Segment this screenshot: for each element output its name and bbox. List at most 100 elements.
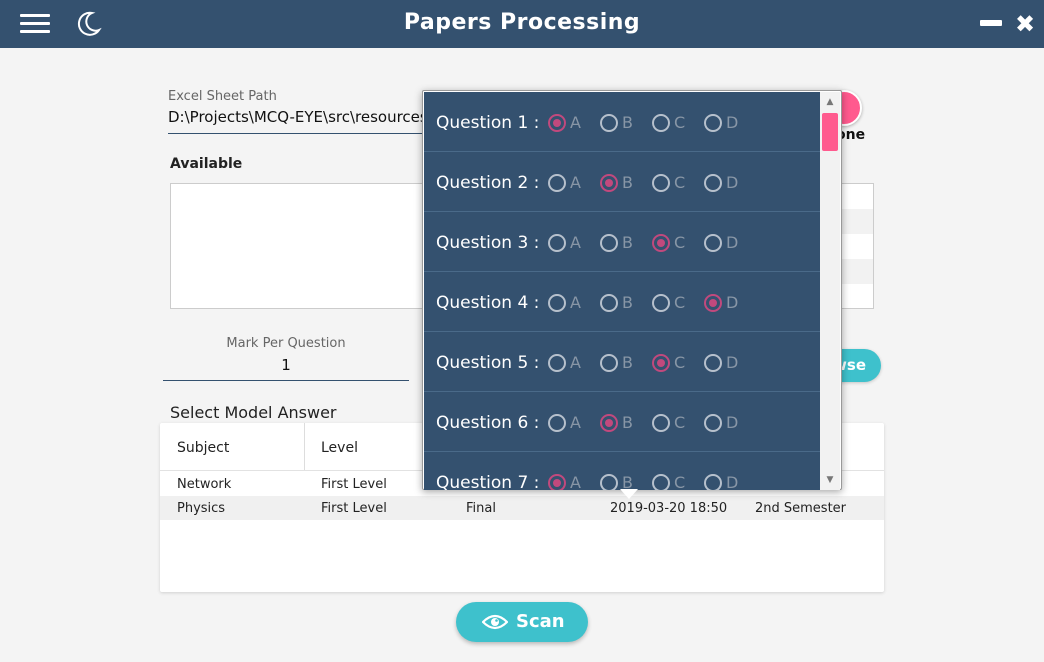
option-label: B xyxy=(622,353,633,372)
cell-semester: 2nd Semester xyxy=(755,501,847,516)
close-icon[interactable]: ✖ xyxy=(1014,12,1036,36)
question-label: Question 7 : xyxy=(436,473,540,490)
cell-subject: Physics xyxy=(177,501,226,516)
cell-level: First Level xyxy=(321,501,387,516)
option-label: B xyxy=(622,233,633,252)
popup-pointer xyxy=(620,489,638,499)
scroll-down-icon[interactable]: ▼ xyxy=(820,473,840,487)
question-row: Question 1 : A B C D xyxy=(424,92,820,152)
option-label: D xyxy=(726,353,739,372)
question-row: Question 5 : A B C D xyxy=(424,332,820,392)
cell-subject: Network xyxy=(177,477,232,492)
option-label: D xyxy=(726,113,739,132)
select-model-answer-label: Select Model Answer xyxy=(170,403,337,422)
option-label: C xyxy=(674,233,686,252)
radio-icon[interactable] xyxy=(704,414,722,432)
table-row[interactable]: Physics First Level Final 2019-03-20 18:… xyxy=(160,496,884,520)
radio-icon[interactable] xyxy=(600,354,618,372)
radio-icon[interactable] xyxy=(704,174,722,192)
radio-icon[interactable] xyxy=(548,414,566,432)
option-label: A xyxy=(570,293,581,312)
option-label: D xyxy=(726,233,739,252)
question-list[interactable]: Question 1 : A B C D Question 2 : A B C D Question… xyxy=(424,92,820,490)
option-label: D xyxy=(726,293,739,312)
model-answer-popup: Question 1 : A B C D Question 2 : A B C D Question… xyxy=(422,90,842,490)
option-label: B xyxy=(622,173,633,192)
radio-icon[interactable] xyxy=(652,414,670,432)
radio-icon[interactable] xyxy=(704,354,722,372)
mark-per-question-label: Mark Per Question xyxy=(226,336,346,351)
radio-icon[interactable] xyxy=(548,474,566,490)
option-label: C xyxy=(674,353,686,372)
question-row: Question 4 : A B C D xyxy=(424,272,820,332)
radio-icon[interactable] xyxy=(548,174,566,192)
title-bar: Papers Processing ✖ xyxy=(0,0,1044,48)
radio-icon[interactable] xyxy=(652,354,670,372)
question-label: Question 4 : xyxy=(436,293,540,313)
option-label: B xyxy=(622,473,633,491)
option-label: A xyxy=(570,233,581,252)
radio-icon[interactable] xyxy=(652,234,670,252)
excel-path-label: Excel Sheet Path xyxy=(168,89,277,104)
available-list[interactable] xyxy=(170,183,424,309)
radio-icon[interactable] xyxy=(600,294,618,312)
option-label: B xyxy=(622,413,633,432)
question-row: Question 3 : A B C D xyxy=(424,212,820,272)
option-label: D xyxy=(726,173,739,192)
mark-underline xyxy=(163,380,409,381)
option-label: A xyxy=(570,173,581,192)
radio-icon[interactable] xyxy=(548,354,566,372)
radio-icon[interactable] xyxy=(704,474,722,490)
scan-button[interactable]: Scan xyxy=(456,602,588,642)
radio-icon[interactable] xyxy=(600,414,618,432)
option-label: B xyxy=(622,113,633,132)
column-header-subject[interactable]: Subject xyxy=(177,440,229,456)
minimize-icon[interactable] xyxy=(980,20,1002,26)
question-row: Question 2 : A B C D xyxy=(424,152,820,212)
option-label: A xyxy=(570,353,581,372)
popup-scrollbar[interactable]: ▲ ▼ xyxy=(820,92,840,490)
excel-path-field[interactable]: D:\Projects\MCQ-EYE\src\resources xyxy=(168,108,430,126)
radio-icon[interactable] xyxy=(704,114,722,132)
option-label: A xyxy=(570,473,581,491)
question-label: Question 2 : xyxy=(436,173,540,193)
radio-icon[interactable] xyxy=(600,234,618,252)
radio-icon[interactable] xyxy=(704,294,722,312)
option-label: C xyxy=(674,173,686,192)
question-label: Question 1 : xyxy=(436,113,540,133)
radio-icon[interactable] xyxy=(600,474,618,490)
question-label: Question 5 : xyxy=(436,353,540,373)
option-label: A xyxy=(570,413,581,432)
app-title: Papers Processing xyxy=(403,10,641,35)
radio-icon[interactable] xyxy=(652,474,670,490)
radio-icon[interactable] xyxy=(600,174,618,192)
radio-icon[interactable] xyxy=(548,294,566,312)
question-row: Question 6 : A B C D xyxy=(424,392,820,452)
radio-icon[interactable] xyxy=(600,114,618,132)
option-label: C xyxy=(674,473,686,491)
option-label: C xyxy=(674,293,686,312)
column-header-level[interactable]: Level xyxy=(321,440,358,456)
scroll-up-icon[interactable]: ▲ xyxy=(820,95,840,109)
cell-date: 2019-03-20 18:50 xyxy=(610,501,728,516)
radio-icon[interactable] xyxy=(652,174,670,192)
radio-icon[interactable] xyxy=(652,294,670,312)
eye-icon xyxy=(482,614,508,630)
radio-icon[interactable] xyxy=(704,234,722,252)
scan-label: Scan xyxy=(516,611,565,632)
cell-level: First Level xyxy=(321,477,387,492)
option-label: C xyxy=(674,113,686,132)
question-label: Question 6 : xyxy=(436,413,540,433)
option-label: A xyxy=(570,113,581,132)
available-label: Available xyxy=(170,156,243,172)
excel-path-underline xyxy=(168,133,430,134)
radio-icon[interactable] xyxy=(652,114,670,132)
mark-per-question-field[interactable]: 1 xyxy=(163,356,409,374)
question-row: Question 7 : A B C D xyxy=(424,452,820,490)
question-label: Question 3 : xyxy=(436,233,540,253)
option-label: D xyxy=(726,413,739,432)
radio-icon[interactable] xyxy=(548,234,566,252)
option-label: D xyxy=(726,473,739,491)
radio-icon[interactable] xyxy=(548,114,566,132)
scroll-thumb[interactable] xyxy=(822,113,838,151)
